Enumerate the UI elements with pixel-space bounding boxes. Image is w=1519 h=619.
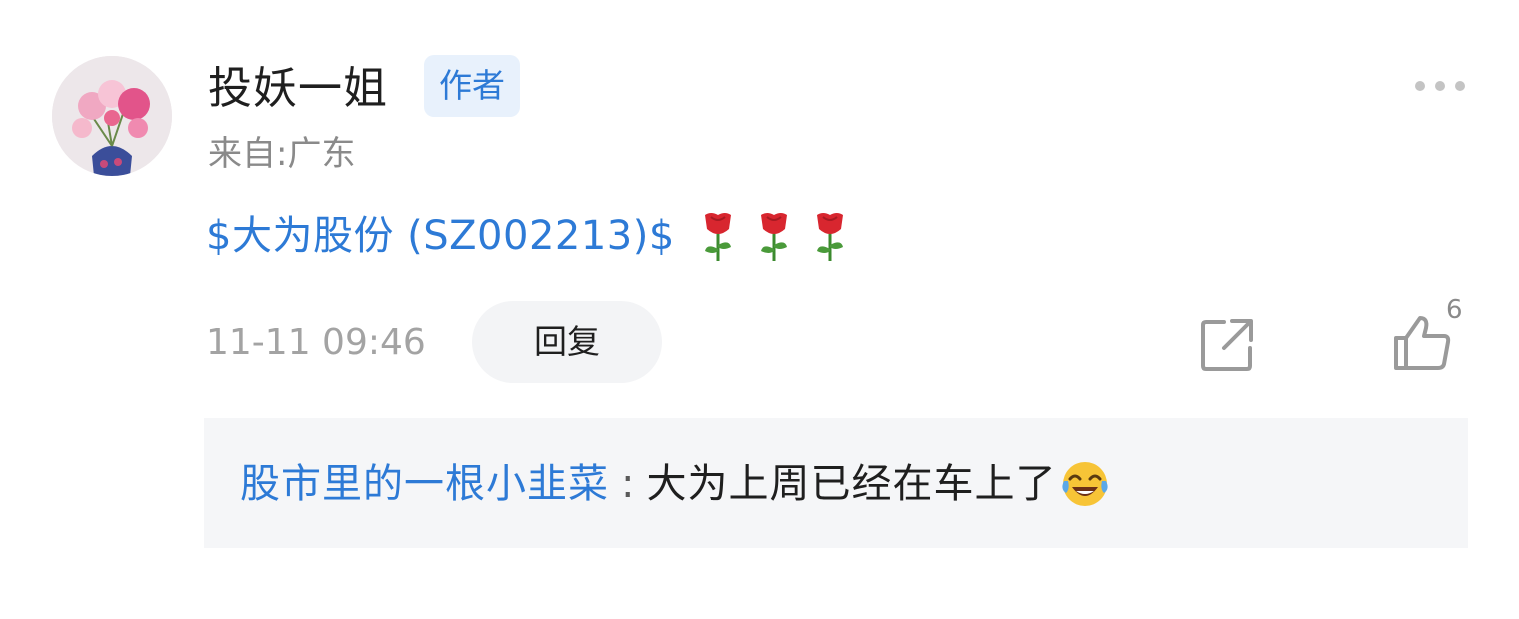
rose-emoji (704, 213, 731, 261)
post-timestamp: 11-11 09:46 (206, 322, 426, 363)
reply-preview[interactable]: 股市里的一根小韭菜 : 大为上周已经在车上了 (204, 418, 1468, 548)
emoji-group (697, 209, 865, 263)
author-badge: 作者 (424, 55, 520, 117)
avatar-flowers-image (52, 56, 172, 176)
avatar[interactable] (52, 56, 172, 176)
reply-separator: : (621, 461, 635, 507)
share-icon[interactable] (1198, 316, 1256, 374)
author-name[interactable]: 投妖一姐 (208, 58, 388, 120)
author-location: 来自:广东 (208, 134, 356, 174)
reply-line: 股市里的一根小韭菜 : 大为上周已经在车上了 (240, 454, 1110, 514)
rose-emoji (816, 213, 843, 261)
rose-emoji (760, 213, 787, 261)
reply-button[interactable]: 回复 (472, 301, 662, 383)
like-count: 6 (1446, 295, 1463, 325)
tears-of-joy-emoji (1062, 462, 1109, 506)
reply-text: 大为上周已经在车上了 (646, 461, 1057, 507)
post-content: $大为股份 (SZ002213)$ (206, 206, 865, 266)
reply-username[interactable]: 股市里的一根小韭菜 (240, 454, 609, 514)
more-options-icon[interactable] (1410, 74, 1470, 98)
stock-link[interactable]: $大为股份 (SZ002213)$ (206, 206, 675, 266)
thumbs-up-icon[interactable] (1392, 312, 1452, 372)
